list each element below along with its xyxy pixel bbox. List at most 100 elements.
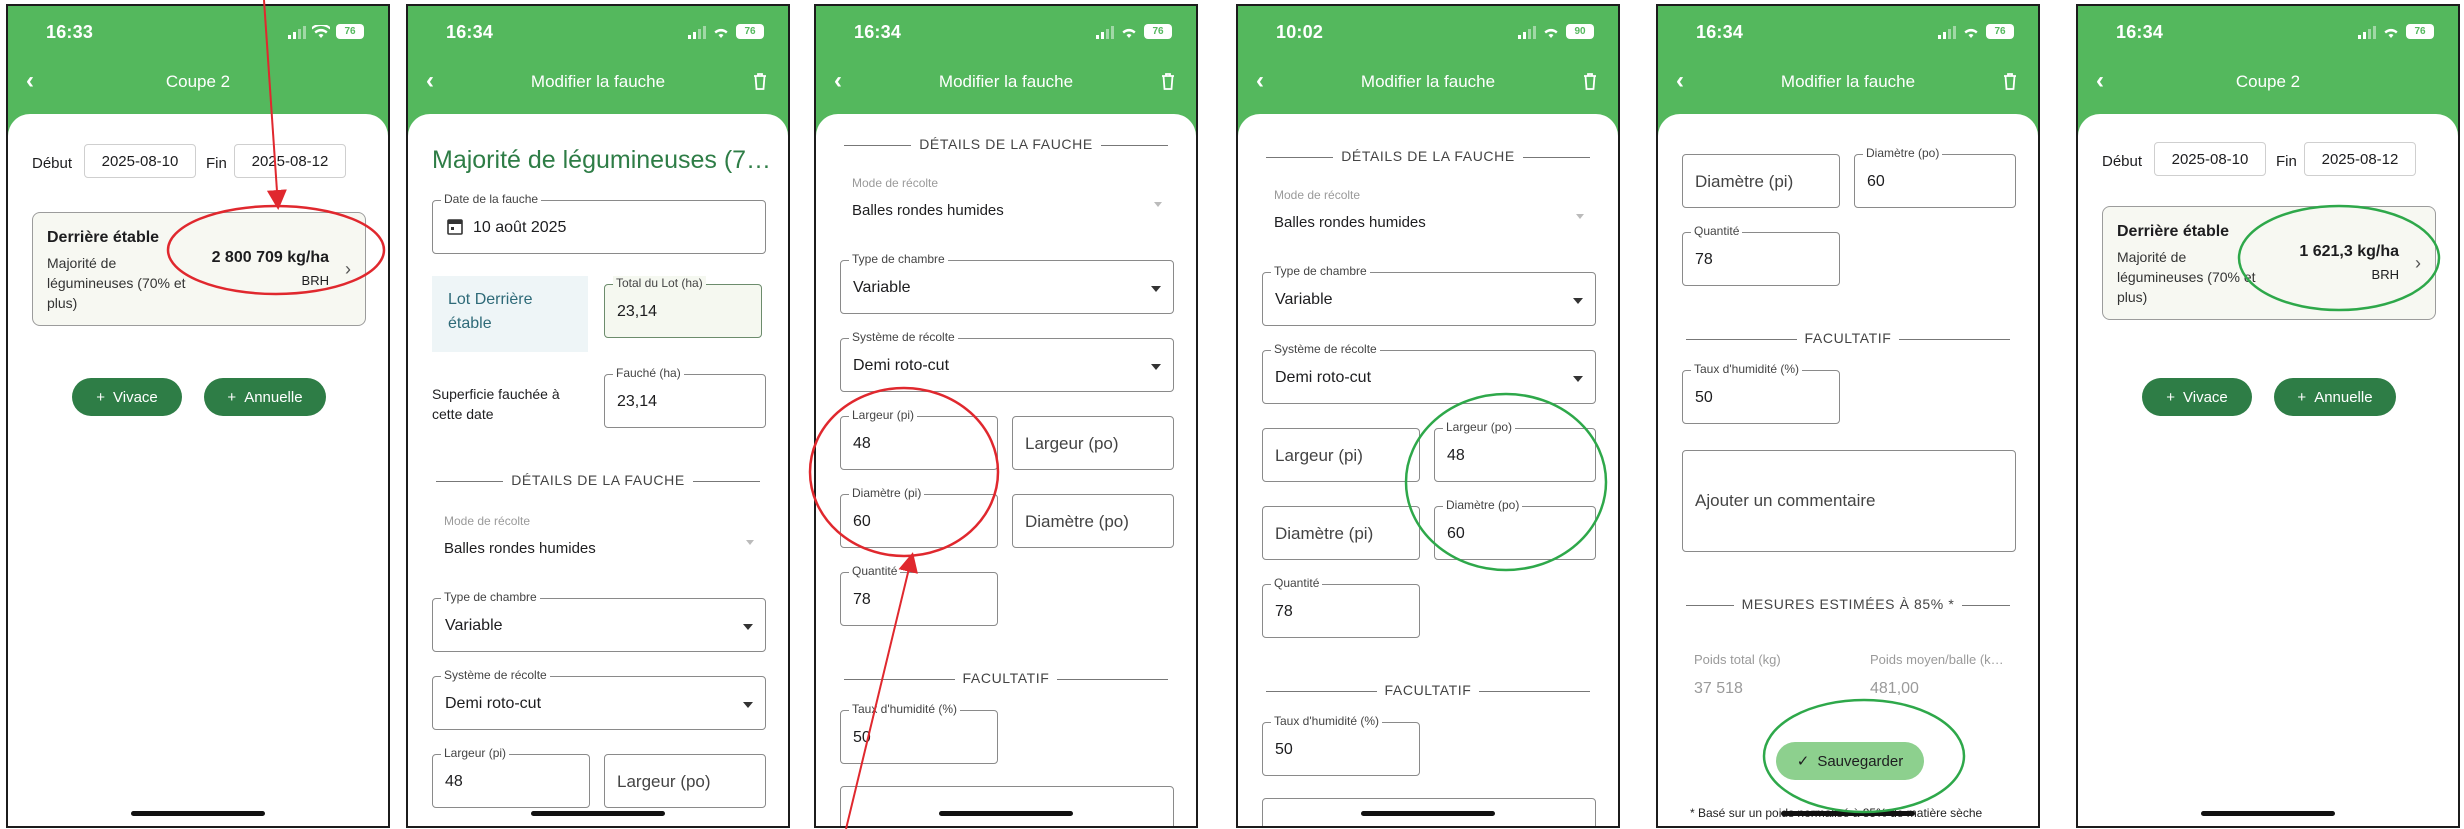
screen-form-top: 16:34 76 ‹ Modifier la fauche Majorité d… xyxy=(406,4,790,828)
add-annuelle-button[interactable]: + Annuelle xyxy=(2274,378,2396,416)
vivace-label: Vivace xyxy=(2183,388,2228,406)
systeme-recolte-label: Système de récolte xyxy=(1271,342,1380,356)
mode-recolte-select[interactable]: Mode de récolte Balles rondes humides xyxy=(1274,188,1584,231)
trash-icon[interactable] xyxy=(2002,72,2018,90)
calendar-icon xyxy=(447,219,463,235)
systeme-recolte-label: Système de récolte xyxy=(441,668,550,682)
largeur-po-field[interactable]: Largeur (po) 48 xyxy=(1434,420,1596,482)
diametre-po-field[interactable]: Diamètre (po) 60 xyxy=(1854,146,2016,208)
date-fauche-label: Date de la fauche xyxy=(441,192,542,206)
debut-date-field[interactable]: 2025-08-10 xyxy=(84,144,196,178)
largeur-po-field[interactable]: Largeur (po) xyxy=(1012,416,1174,470)
card-unit: BRH xyxy=(2371,267,2399,282)
screen-form-mid-red: 16:34 76 ‹ Modifier la fauche DÉTAILS DE… xyxy=(814,4,1198,828)
save-label: Sauvegarder xyxy=(1817,752,1904,770)
wifi-icon xyxy=(1122,28,1136,38)
diametre-pi-label: Diamètre (pi) xyxy=(849,486,925,500)
type-chambre-select[interactable]: Type de chambre Variable xyxy=(840,252,1174,314)
largeur-pi-label: Largeur (pi) xyxy=(441,746,510,760)
quantite-label: Quantité xyxy=(1691,224,1743,238)
humidite-value: 50 xyxy=(853,729,871,746)
home-indicator xyxy=(2201,811,2335,816)
battery-icon: 76 xyxy=(336,24,364,39)
diametre-pi-field[interactable]: Diamètre (pi) 60 xyxy=(840,486,998,548)
diametre-pi-field[interactable]: Diamètre (pi) xyxy=(1262,506,1420,560)
chevron-down-icon xyxy=(1576,214,1584,219)
chevron-down-icon xyxy=(1573,298,1583,304)
add-vivace-button[interactable]: + Vivace xyxy=(2142,378,2252,416)
largeur-pi-placeholder: Largeur (pi) xyxy=(1275,446,1363,465)
nav-title: Coupe 2 xyxy=(165,72,231,91)
date-fauche-field[interactable]: Date de la fauche 10 août 2025 xyxy=(432,192,766,254)
diametre-pi-field[interactable]: Diamètre (pi) xyxy=(1682,154,1840,208)
signal-icon xyxy=(2358,25,2376,39)
mode-recolte-label: Mode de récolte xyxy=(852,176,939,190)
type-chambre-select[interactable]: Type de chambre Variable xyxy=(432,590,766,652)
battery-icon: 76 xyxy=(1144,24,1172,39)
humidite-field[interactable]: Taux d'humidité (%) 50 xyxy=(1682,362,1840,424)
systeme-recolte-select[interactable]: Système de récolte Demi roto-cut xyxy=(432,668,766,730)
comment-textarea[interactable] xyxy=(840,786,1174,826)
largeur-pi-field[interactable]: Largeur (pi) xyxy=(1262,428,1420,482)
systeme-recolte-select[interactable]: Système de récolte Demi roto-cut xyxy=(1262,342,1596,404)
wifi-icon xyxy=(714,28,728,38)
section-facultatif: FACULTATIF xyxy=(1266,682,1590,702)
trash-icon[interactable] xyxy=(752,72,768,90)
trash-icon[interactable] xyxy=(1582,72,1598,90)
fauche-ha-field[interactable]: Fauché (ha) 23,14 xyxy=(604,366,766,428)
largeur-pi-label: Largeur (pi) xyxy=(849,408,918,422)
superficie-label: Superficie fauchée à cette date xyxy=(432,386,560,422)
diametre-po-field[interactable]: Diamètre (po) 60 xyxy=(1434,498,1596,560)
type-chambre-label: Type de chambre xyxy=(1271,264,1370,278)
mode-recolte-value: Balles rondes humides xyxy=(444,540,596,557)
nav-title: Modifier la fauche xyxy=(1780,72,1916,91)
save-button[interactable]: ✓ Sauvegarder xyxy=(1776,742,1924,780)
home-indicator xyxy=(939,811,1073,816)
debut-date-field[interactable]: 2025-08-10 xyxy=(2154,142,2266,176)
wifi-icon xyxy=(1964,28,1978,38)
trash-icon[interactable] xyxy=(1160,72,1176,90)
humidite-field[interactable]: Taux d'humidité (%) 50 xyxy=(1262,714,1420,776)
add-vivace-button[interactable]: + Vivace xyxy=(72,378,182,416)
humidite-label: Taux d'humidité (%) xyxy=(849,702,960,716)
fin-date-field[interactable]: 2025-08-12 xyxy=(2304,142,2416,176)
vivace-label: Vivace xyxy=(113,388,158,406)
fin-date-field[interactable]: 2025-08-12 xyxy=(234,144,346,178)
quantite-field[interactable]: Quantité 78 xyxy=(1682,224,1840,286)
type-chambre-label: Type de chambre xyxy=(849,252,948,266)
section-mesures: MESURES ESTIMÉES À 85% * xyxy=(1686,596,2010,616)
largeur-pi-field[interactable]: Largeur (pi) 48 xyxy=(432,746,590,808)
card-yield-value: 1 621,3 kg/ha xyxy=(2299,243,2399,260)
fauche-card[interactable]: Derrière étable Majorité de légumineuses… xyxy=(2102,206,2436,320)
diametre-po-value: 60 xyxy=(1867,173,1885,190)
type-chambre-value: Variable xyxy=(445,617,503,634)
chevron-down-icon xyxy=(743,624,753,630)
signal-icon xyxy=(1938,25,1956,39)
quantite-label: Quantité xyxy=(1271,576,1323,590)
comment-textarea[interactable]: Ajouter un commentaire xyxy=(1682,450,2016,552)
type-chambre-select[interactable]: Type de chambre Variable xyxy=(1262,264,1596,326)
screen-form-mid-green: 10:02 90 ‹ Modifier la fauche DÉTAILS DE… xyxy=(1236,4,1620,828)
mode-recolte-label: Mode de récolte xyxy=(444,514,531,528)
quantite-label: Quantité xyxy=(849,564,901,578)
wifi-icon xyxy=(1544,28,1558,38)
largeur-po-placeholder: Largeur (po) xyxy=(1025,434,1119,453)
wifi-icon xyxy=(2384,28,2398,38)
status-bar: 16:33 76 xyxy=(8,20,388,44)
largeur-pi-field[interactable]: Largeur (pi) 48 xyxy=(840,408,998,470)
diametre-po-label: Diamètre (po) xyxy=(1863,146,1943,160)
home-indicator xyxy=(531,811,665,816)
mode-recolte-select[interactable]: Mode de récolte Balles rondes humides xyxy=(852,176,1162,219)
quantite-field[interactable]: Quantité 78 xyxy=(1262,576,1420,638)
type-chambre-value: Variable xyxy=(1275,291,1333,308)
fauche-card[interactable]: Derrière étable Majorité de légumineuses… xyxy=(32,212,366,326)
humidite-field[interactable]: Taux d'humidité (%) 50 xyxy=(840,702,998,764)
section-details: DÉTAILS DE LA FAUCHE xyxy=(844,136,1168,156)
diametre-po-field[interactable]: Diamètre (po) xyxy=(1012,494,1174,548)
largeur-po-field[interactable]: Largeur (po) xyxy=(604,754,766,808)
quantite-field[interactable]: Quantité 78 xyxy=(840,564,998,626)
add-annuelle-button[interactable]: + Annuelle xyxy=(204,378,326,416)
systeme-recolte-select[interactable]: Système de récolte Demi roto-cut xyxy=(840,330,1174,392)
card-subtitle: Majorité de légumineuses (70% et plus) xyxy=(47,255,186,311)
mode-recolte-select[interactable]: Mode de récolte Balles rondes humides xyxy=(444,514,754,557)
